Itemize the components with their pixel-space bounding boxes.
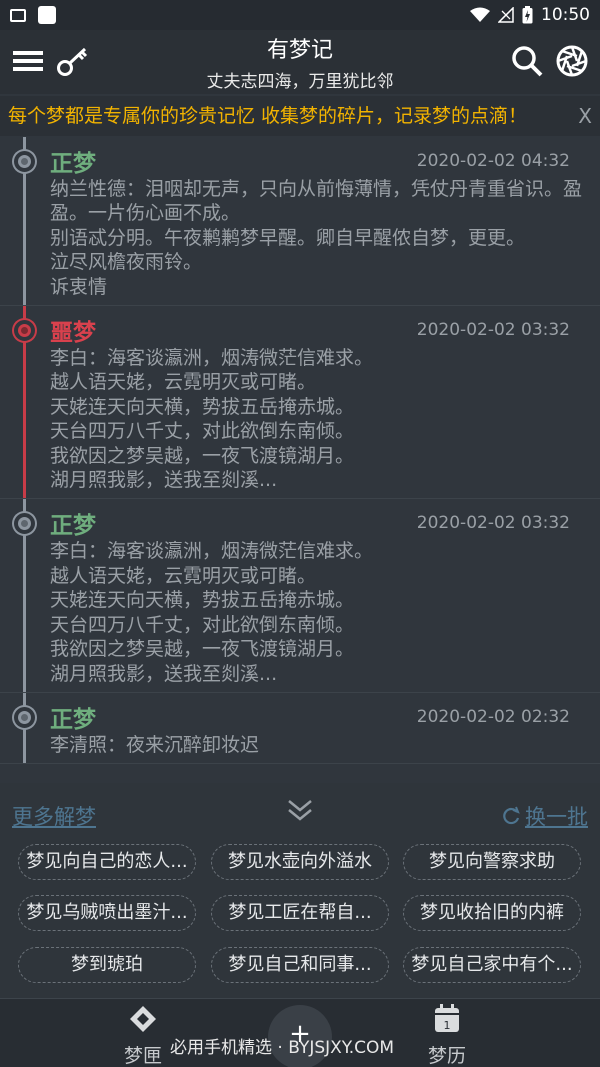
wifi-icon [470,7,490,22]
watermark-text: 必用手机精选 · BYJSJXY.COM [170,1038,395,1058]
calendar-icon: 1 [435,1004,459,1032]
image-notification-icon [10,8,26,22]
dream-topic-chip[interactable]: 梦见收拾旧的内裤 [403,895,581,931]
status-bar: 10:50 [0,0,600,30]
nav-dream-calendar[interactable]: 1 梦历 [428,1004,466,1067]
timeline-dot-icon [14,151,35,172]
dream-entry[interactable]: 正梦 2020-02-02 02:32 李清照：夜来沉醉卸妆迟 [0,692,600,765]
dream-content: 纳兰性德：泪咽却无声，只向从前悔薄情，凭仗丹青重省识。盈盈。一片伤心画不成。 别… [50,178,583,298]
more-interpretations-link[interactable]: 更多解梦 [12,801,96,831]
dream-entry[interactable]: 噩梦 2020-02-02 03:32 李白：海客谈瀛洲，烟涛微茫信难求。 越人… [0,306,600,500]
dream-entry[interactable]: 正梦 2020-02-02 03:32 李白：海客谈瀛洲，烟涛微茫信难求。 越人… [0,499,600,693]
timeline-line [23,692,26,764]
dream-topic-chip[interactable]: 梦见水壶向外溢水 [211,844,389,880]
dream-type: 正梦 [50,706,96,733]
nav-dream-calendar-label: 梦历 [428,1045,467,1067]
dream-date: 2020-02-02 03:32 [416,320,570,341]
no-signal-icon [498,7,514,23]
dream-topic-chip[interactable]: 梦见自己和同事... [211,947,389,983]
app-header: 有梦记 丈夫志四海，万里犹比邻 [0,30,600,94]
calendar-day: 1 [444,1019,451,1032]
dream-content: 李白：海客谈瀛洲，烟涛微茫信难求。 越人语天姥，云霓明灭或可睹。 天姥连天向天横… [50,540,374,685]
dream-topic-chip[interactable]: 梦见自己家中有个... [403,947,581,983]
refresh-icon [503,806,520,825]
dream-topic-chip[interactable]: 梦见向警察求助 [403,844,581,880]
dream-interpretation-panel: 更多解梦 换一批 梦见向自己的恋人... 梦见水壶向外溢水 梦见向警察求助 梦见… [0,783,600,998]
dream-topic-chip[interactable]: 梦见工匠在帮自... [211,895,389,931]
battery-icon [522,6,533,24]
dream-date: 2020-02-02 04:32 [416,151,570,171]
double-chevron-down-icon[interactable] [286,797,314,825]
dream-content: 李白：海客谈瀛洲，烟涛微茫信难求。 越人语天姥，云霓明灭或可睹。 天姥连天向天横… [50,347,374,492]
dream-date: 2020-02-02 02:32 [416,706,570,727]
dream-topic-chip[interactable]: 梦见向自己的恋人... [18,844,196,880]
dream-date: 2020-02-02 03:32 [416,513,570,534]
refresh-batch-label: 换一批 [525,805,588,829]
diamond-box-icon [130,1006,156,1032]
app-notification-icon [38,6,56,24]
announcement-marquee: 每个梦都是专属你的珍贵记忆 收集梦的碎片，记录梦的点滴！ X [0,96,600,136]
timeline-dot-icon [14,320,35,342]
dream-type: 正梦 [50,151,96,177]
dream-type: 噩梦 [50,320,96,347]
nav-dream-box[interactable]: 梦匣 [124,1004,162,1067]
timeline-dot-icon [14,513,35,535]
status-time: 10:50 [541,5,590,25]
shutter-icon[interactable] [555,44,589,78]
dream-topic-chip[interactable]: 梦到琥珀 [18,947,196,983]
dream-entry[interactable]: 正梦 2020-02-02 04:32 纳兰性德：泪咽却无声，只向从前悔薄情，凭… [0,137,600,307]
dream-timeline[interactable]: 正梦 2020-02-02 04:32 纳兰性德：泪咽却无声，只向从前悔薄情，凭… [0,137,600,783]
timeline-dot-icon [14,706,35,728]
dream-type: 正梦 [50,513,96,540]
refresh-batch-button[interactable]: 换一批 [501,801,588,831]
nav-dream-box-label: 梦匣 [124,1045,163,1067]
dream-topic-chip[interactable]: 梦见乌贼喷出墨汁... [18,895,196,931]
announcement-text: 每个梦都是专属你的珍贵记忆 收集梦的碎片，记录梦的点滴！ [8,105,528,127]
dream-content: 李清照：夜来沉醉卸妆迟 [50,733,260,756]
close-announcement-button[interactable]: X [578,96,592,136]
search-icon[interactable] [510,44,544,78]
